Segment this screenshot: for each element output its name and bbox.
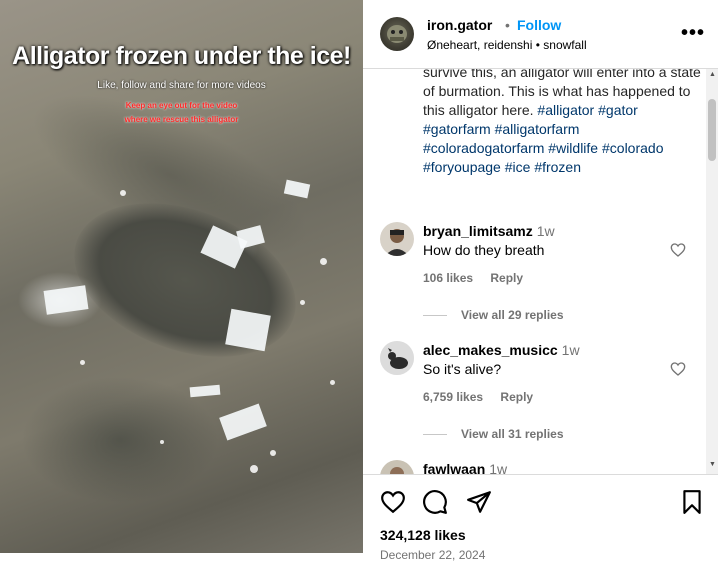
more-options-icon[interactable]: ••• — [681, 22, 705, 45]
hashtag[interactable]: #colorado — [602, 140, 664, 156]
ice-chunk — [225, 308, 271, 352]
comment-username[interactable]: bryan_limitsamz 1w — [423, 223, 555, 239]
header-separator: • — [505, 17, 510, 33]
bubble — [80, 360, 85, 365]
commenter-avatar[interactable] — [380, 222, 414, 256]
comments-scrollbar[interactable]: ▲ ▼ — [706, 69, 718, 474]
view-replies-button[interactable]: View all 29 replies — [423, 308, 564, 322]
comment-like-heart-icon[interactable] — [670, 242, 686, 258]
hashtag[interactable]: #alligator — [537, 102, 594, 118]
comment-text: How do they breath — [423, 242, 545, 258]
comment-time: 1w — [536, 223, 555, 239]
commenter-avatar-image — [385, 229, 409, 256]
hashtag[interactable]: #alligatorfarm — [495, 121, 580, 137]
comments-scroll-area[interactable]: survive this, an alligator will enter in… — [363, 69, 708, 474]
scroll-up-arrow-icon[interactable]: ▲ — [709, 71, 716, 78]
hashtag[interactable]: #foryoupage — [423, 159, 501, 175]
follow-button[interactable]: Follow — [517, 17, 561, 33]
commenter-avatar-image — [380, 341, 414, 375]
hashtag[interactable]: #ice — [505, 159, 531, 175]
post-actions: 324,128 likes December 22, 2024 — [363, 474, 718, 562]
video-title-overlay: Alligator frozen under the ice! — [12, 42, 351, 70]
audio-attribution[interactable]: Øneheart, reidenshi • snowfall — [427, 38, 587, 52]
bubble — [250, 465, 258, 473]
comment-reply-button[interactable]: Reply — [500, 390, 533, 404]
comment-text: So it's alive? — [423, 361, 502, 377]
comment-username[interactable]: fawlwaan 1w — [423, 461, 507, 474]
commenter-avatar-image — [390, 467, 404, 474]
like-heart-icon[interactable] — [380, 489, 406, 515]
bubble — [330, 380, 335, 385]
ice-chunk — [43, 285, 89, 315]
post-details-panel: iron.gator • Follow Øneheart, reidenshi … — [363, 0, 718, 562]
author-avatar-image — [387, 25, 407, 43]
comment-like-count: 6,759 likes — [423, 390, 484, 404]
video-red-caption-line1: Keep an eye out for the video — [125, 101, 238, 110]
hashtag[interactable]: #coloradogatorfarm — [423, 140, 544, 156]
view-replies-button[interactable]: View all 31 replies — [423, 427, 564, 441]
commenter-avatar[interactable] — [380, 460, 414, 474]
comment-username[interactable]: alec_makes_musicc 1w — [423, 342, 580, 358]
bubble — [160, 440, 164, 444]
video-red-caption-line2: where we rescue this alligator — [124, 115, 239, 124]
bubble — [270, 450, 276, 456]
post-media[interactable]: Alligator frozen under the ice! Like, fo… — [0, 0, 363, 553]
comment-bubble-icon[interactable] — [422, 489, 448, 515]
bubble — [120, 190, 126, 196]
comment-reply-button[interactable]: Reply — [490, 271, 523, 285]
ice-chunk — [189, 384, 221, 398]
comment-meta: 6,759 likes Reply — [423, 390, 547, 404]
scroll-down-arrow-icon[interactable]: ▼ — [709, 461, 716, 468]
comment-time: 1w — [561, 342, 580, 358]
ice-chunk — [219, 403, 267, 441]
video-subtitle-overlay: Like, follow and share for more videos — [97, 80, 266, 91]
comment-like-heart-icon[interactable] — [670, 361, 686, 377]
hashtag[interactable]: #frozen — [534, 159, 581, 175]
share-paper-plane-icon[interactable] — [466, 489, 492, 515]
commenter-avatar[interactable] — [380, 341, 414, 375]
bubble — [300, 300, 305, 305]
save-bookmark-icon[interactable] — [679, 489, 705, 515]
post-like-count[interactable]: 324,128 likes — [380, 527, 466, 543]
author-avatar[interactable] — [380, 17, 414, 51]
comment-meta: 106 likes Reply — [423, 271, 537, 285]
hashtag[interactable]: #gatorfarm — [423, 121, 491, 137]
hashtag[interactable]: #wildlife — [548, 140, 598, 156]
post-date: December 22, 2024 — [380, 548, 486, 562]
post-header: iron.gator • Follow Øneheart, reidenshi … — [363, 0, 718, 69]
bubble — [320, 258, 327, 265]
post-caption: survive this, an alligator will enter in… — [423, 69, 701, 177]
author-username[interactable]: iron.gator — [427, 17, 492, 33]
hashtag[interactable]: #gator — [598, 102, 638, 118]
comment-like-count: 106 likes — [423, 271, 474, 285]
comment-time: 1w — [489, 461, 508, 474]
scrollbar-thumb[interactable] — [708, 99, 716, 161]
